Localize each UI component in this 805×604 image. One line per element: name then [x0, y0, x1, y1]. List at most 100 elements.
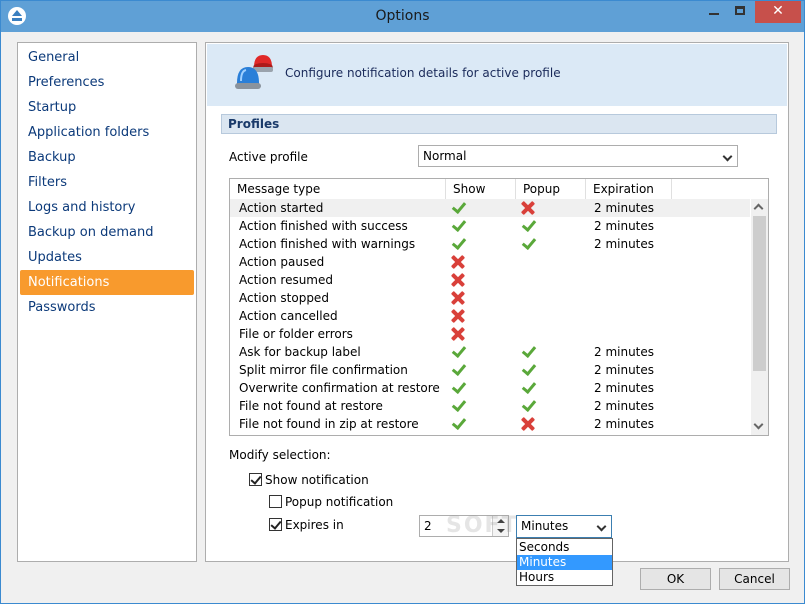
chevron-down-icon	[596, 521, 607, 532]
table-row[interactable]: Action started 2 minutes	[230, 199, 750, 217]
option-seconds[interactable]: Seconds	[517, 540, 612, 555]
message-type-cell: Action finished with warnings	[239, 237, 416, 251]
message-type-cell: Action cancelled	[239, 309, 338, 323]
check-icon	[450, 416, 466, 431]
option-minutes[interactable]: Minutes	[517, 555, 612, 570]
popup-notification-label[interactable]: Popup notification	[285, 495, 393, 509]
message-type-cell: Action stopped	[239, 291, 329, 305]
check-icon	[450, 200, 466, 215]
nav-item-backup-on-demand[interactable]: Backup on demand	[20, 220, 194, 245]
check-icon	[450, 236, 466, 251]
minimize-button[interactable]	[701, 1, 727, 23]
message-type-cell: Action paused	[239, 255, 325, 269]
expires-in-checkbox[interactable]	[269, 518, 282, 531]
nav-item-updates[interactable]: Updates	[20, 245, 194, 270]
nav-item-notifications[interactable]: Notifications	[20, 270, 194, 295]
nav-item-backup[interactable]: Backup	[20, 145, 194, 170]
show-notification-checkbox[interactable]	[249, 473, 262, 486]
window-title: Options	[375, 8, 430, 24]
cross-icon	[520, 200, 536, 215]
active-profile-label: Active profile	[229, 150, 308, 164]
column-header-message-type[interactable]: Message type	[230, 179, 446, 199]
nav-item-application-folders[interactable]: Application folders	[20, 120, 194, 145]
message-type-list[interactable]: Message type Show Popup Expiration Actio…	[229, 178, 769, 436]
expiration-cell: 2 minutes	[594, 219, 655, 233]
table-row[interactable]: Action paused	[230, 253, 750, 271]
nav-item-logs-and-history[interactable]: Logs and history	[20, 195, 194, 220]
check-icon	[450, 398, 466, 413]
maximize-icon	[735, 6, 745, 15]
maximize-button[interactable]	[727, 1, 753, 23]
table-row[interactable]: Split mirror file confirmation 2 minutes	[230, 361, 750, 379]
nav-item-passwords[interactable]: Passwords	[20, 295, 194, 320]
scroll-thumb[interactable]	[753, 216, 766, 371]
column-header-expiration[interactable]: Expiration	[586, 179, 672, 199]
options-nav: General Preferences Startup Application …	[17, 42, 197, 562]
close-icon: ✕	[772, 3, 784, 19]
check-icon	[450, 380, 466, 395]
scroll-up-icon[interactable]	[753, 203, 764, 214]
chevron-down-icon	[722, 151, 733, 162]
modify-selection-label: Modify selection:	[229, 448, 331, 462]
check-icon	[520, 218, 536, 233]
message-type-cell: File not found at restore	[239, 399, 383, 413]
minimize-icon	[709, 13, 719, 15]
check-icon	[520, 380, 536, 395]
nav-item-startup[interactable]: Startup	[20, 95, 194, 120]
cross-icon	[450, 326, 466, 341]
table-row[interactable]: File or folder errors	[230, 325, 750, 343]
show-notification-label[interactable]: Show notification	[265, 473, 369, 487]
table-row[interactable]: Action cancelled	[230, 307, 750, 325]
expiration-cell: 2 minutes	[594, 399, 655, 413]
expiration-cell: 2 minutes	[594, 363, 655, 377]
cross-icon	[450, 254, 466, 269]
message-type-cell: File or folder errors	[239, 327, 353, 341]
column-header-popup[interactable]: Popup	[516, 179, 586, 199]
active-profile-select[interactable]: Normal	[418, 145, 738, 167]
table-row[interactable]: Action finished with success 2 minutes	[230, 217, 750, 235]
table-row[interactable]: Action finished with warnings 2 minutes	[230, 235, 750, 253]
table-row[interactable]: Action resumed	[230, 271, 750, 289]
expiration-unit-dropdown: Seconds Minutes Hours	[516, 538, 613, 586]
message-type-cell: File not found in zip at restore	[239, 417, 419, 431]
check-icon	[450, 344, 466, 359]
nav-item-general[interactable]: General	[20, 45, 194, 70]
message-type-cell: Split mirror file confirmation	[239, 363, 408, 377]
ok-button[interactable]: OK	[640, 568, 711, 590]
title-bar[interactable]: Options ✕	[1, 1, 804, 32]
check-icon	[520, 236, 536, 251]
message-type-cell: Overwrite confirmation at restore	[239, 381, 440, 395]
expiration-cell: 2 minutes	[594, 237, 655, 251]
cancel-button[interactable]: Cancel	[719, 568, 790, 590]
check-icon	[450, 218, 466, 233]
check-icon	[520, 344, 536, 359]
header-text: Configure notification details for activ…	[285, 66, 561, 80]
table-row[interactable]: File not found in zip at restore 2 minute…	[230, 415, 750, 433]
check-icon	[520, 398, 536, 413]
popup-notification-checkbox[interactable]	[269, 495, 282, 508]
siren-icon	[235, 55, 273, 89]
expiration-cell: 2 minutes	[594, 417, 655, 431]
message-type-cell: Action finished with success	[239, 219, 408, 233]
table-row[interactable]: Ask for backup label 2 minutes	[230, 343, 750, 361]
column-header-show[interactable]: Show	[446, 179, 516, 199]
message-type-cell: Ask for backup label	[239, 345, 361, 359]
cross-icon	[450, 290, 466, 305]
list-scrollbar[interactable]	[751, 199, 768, 435]
nav-item-preferences[interactable]: Preferences	[20, 70, 194, 95]
expires-in-label[interactable]: Expires in	[285, 518, 344, 532]
table-row[interactable]: Overwrite confirmation at restore 2 minut…	[230, 379, 750, 397]
expiration-unit-value: Minutes	[521, 519, 569, 533]
check-icon	[450, 362, 466, 377]
close-button[interactable]: ✕	[755, 1, 801, 23]
profiles-section-title: Profiles	[221, 114, 777, 134]
expires-in-value: 2	[424, 519, 432, 533]
table-row[interactable]: Action stopped	[230, 289, 750, 307]
message-type-cell: Action resumed	[239, 273, 333, 287]
scroll-down-icon[interactable]	[753, 419, 764, 430]
expiration-unit-select[interactable]: Minutes	[516, 515, 612, 538]
table-row[interactable]: File not found at restore 2 minutes	[230, 397, 750, 415]
nav-item-filters[interactable]: Filters	[20, 170, 194, 195]
expiration-cell: 2 minutes	[594, 345, 655, 359]
option-hours[interactable]: Hours	[517, 570, 612, 585]
